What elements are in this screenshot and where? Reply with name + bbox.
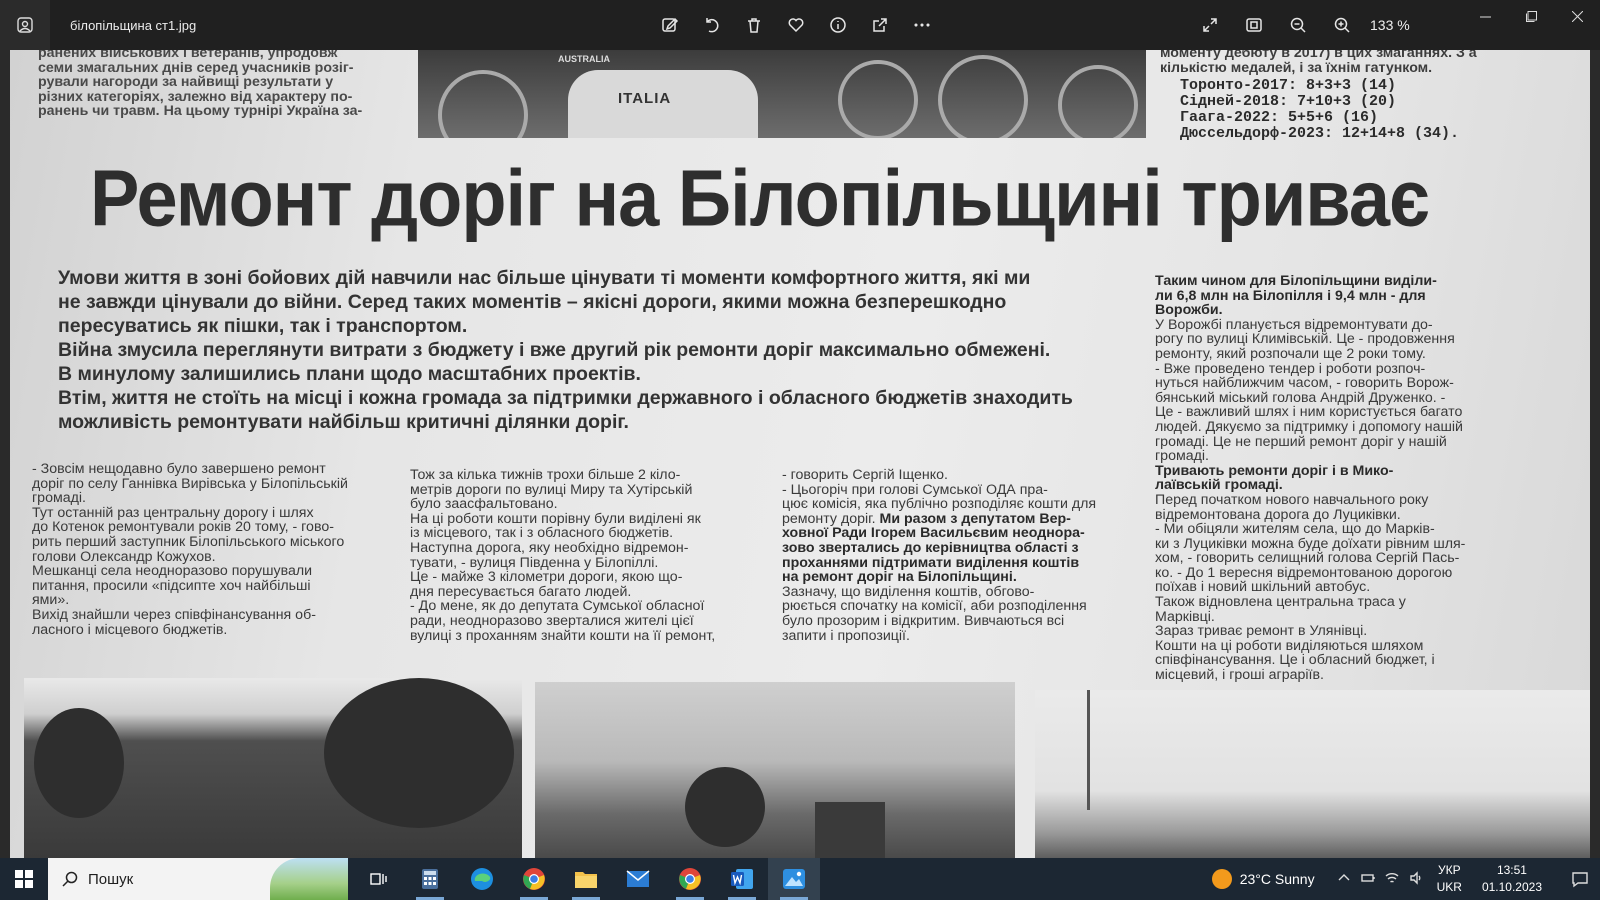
taskbar: Пошук 23°C Sunny УКР UKR 13:51 01.10.202… <box>0 858 1600 900</box>
article-column-2: Тож за кілька тижнів трохи більше 2 кіло… <box>410 467 716 644</box>
favorite-icon[interactable] <box>784 13 808 37</box>
view-toolbar: 133 % <box>1198 0 1410 50</box>
volume-icon[interactable] <box>1409 870 1423 889</box>
newspaper-page: ранених військових і ветеранів, упродовж… <box>10 50 1590 858</box>
previous-article-text: моменту дебюту в 2017) в цих змаганнях. … <box>1160 50 1477 76</box>
photo-jersey-text: ITALIA <box>618 90 672 107</box>
fullscreen-icon[interactable] <box>1198 13 1222 37</box>
maximize-button[interactable] <box>1508 0 1554 32</box>
start-button[interactable] <box>0 858 48 900</box>
search-highlight-icon <box>270 858 348 900</box>
fit-icon[interactable] <box>1242 13 1266 37</box>
info-icon[interactable] <box>826 13 850 37</box>
zoom-level[interactable]: 133 % <box>1370 17 1410 33</box>
article-column-3: - говорить Сергій Іщенко. - Цьогоріч при… <box>782 467 1097 644</box>
weather-text: 23°C Sunny <box>1239 871 1315 887</box>
road-photo-2 <box>535 682 1015 858</box>
battery-icon[interactable] <box>1360 870 1375 889</box>
search-icon <box>62 871 78 887</box>
rotate-icon[interactable] <box>700 13 724 37</box>
result-item: Торонто-2017: 8+3+3 (14) <box>1180 77 1397 94</box>
taskbar-apps <box>352 858 820 900</box>
tray-icons <box>1337 870 1423 889</box>
delete-icon[interactable] <box>742 13 766 37</box>
result-item: Гаага-2022: 5+5+6 (16) <box>1180 109 1379 126</box>
photos-icon[interactable] <box>768 858 820 900</box>
road-photo-3 <box>1035 690 1590 858</box>
photo-jersey-text: AUSTRALIA <box>558 54 610 64</box>
file-name: білопільщина ст1.jpg <box>70 17 197 33</box>
image-toolbar <box>658 0 934 50</box>
language-indicator[interactable]: УКР UKR <box>1437 862 1462 896</box>
road-photo-1 <box>24 678 522 858</box>
file-explorer-icon[interactable] <box>560 858 612 900</box>
title-bar: білопільщина ст1.jpg 133 % <box>0 0 1600 50</box>
weather-widget[interactable]: 23°C Sunny <box>1211 869 1315 889</box>
calculator-icon[interactable] <box>404 858 456 900</box>
system-tray: 23°C Sunny УКР UKR 13:51 01.10.2023 <box>1211 858 1600 900</box>
clock-date: 01.10.2023 <box>1481 880 1542 894</box>
wifi-icon[interactable] <box>1385 870 1399 889</box>
previous-article-text: ранених військових і ветеранів, упродовж… <box>38 50 363 120</box>
search-placeholder: Пошук <box>88 870 134 888</box>
article-column-1: - Зовсім нещодавно було завершено ремонт… <box>32 461 348 638</box>
chevron-up-icon[interactable] <box>1337 870 1351 889</box>
sun-icon <box>1211 869 1232 889</box>
article-headline: Ремонт доріг на Білопільщині триває <box>90 153 1430 243</box>
clock-time: 13:51 <box>1496 863 1527 877</box>
result-item: Дюссельдорф-2023: 12+14+8 (34). <box>1180 125 1460 142</box>
mail-icon[interactable] <box>612 858 664 900</box>
image-viewport[interactable]: ранених військових і ветеранів, упродовж… <box>0 50 1600 858</box>
notification-icon[interactable] <box>1560 858 1600 900</box>
article-lead: Умови життя в зоні бойових дій навчили н… <box>58 267 1073 433</box>
taskbar-search[interactable]: Пошук <box>48 858 348 900</box>
task-view-icon[interactable] <box>352 858 404 900</box>
photos-app-icon[interactable] <box>0 0 50 50</box>
sports-photo: AUSTRALIA ITALIA <box>418 50 1146 138</box>
share-icon[interactable] <box>868 13 892 37</box>
window-controls <box>1462 0 1600 50</box>
more-icon[interactable] <box>910 13 934 37</box>
clock[interactable]: 13:51 01.10.2023 <box>1482 862 1542 896</box>
result-item: Сідней-2018: 7+10+3 (20) <box>1180 93 1397 110</box>
word-icon[interactable] <box>716 858 768 900</box>
chrome-icon[interactable] <box>664 858 716 900</box>
edit-image-icon[interactable] <box>658 13 682 37</box>
edge-icon[interactable] <box>456 858 508 900</box>
minimize-button[interactable] <box>1462 0 1508 32</box>
zoom-in-icon[interactable] <box>1330 13 1354 37</box>
article-column-4: Таким чином для Білопільщини виділи- ли … <box>1155 273 1466 684</box>
chrome-icon[interactable] <box>508 858 560 900</box>
results-list: Торонто-2017: 8+3+3 (14) Сідней-2018: 7+… <box>1180 78 1459 142</box>
close-button[interactable] <box>1554 0 1600 32</box>
zoom-out-icon[interactable] <box>1286 13 1310 37</box>
